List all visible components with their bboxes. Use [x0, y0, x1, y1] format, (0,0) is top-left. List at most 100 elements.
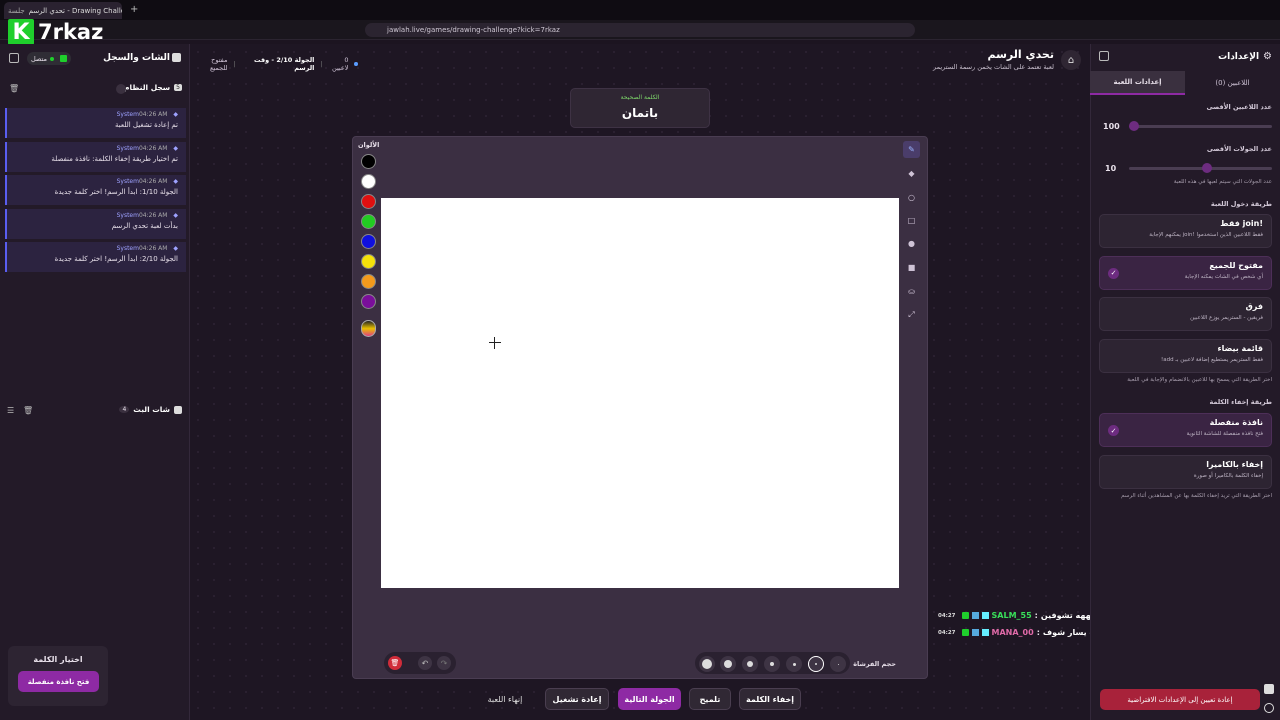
crosshair-cursor-icon [489, 337, 501, 349]
system-log-entry: ◆ System04:26 AM تم اختيار طريقة إخفاء ا… [5, 141, 186, 172]
tab-prefix: جلسة [8, 6, 25, 15]
brush-size-selected[interactable] [808, 656, 824, 672]
settings-header: ⚙ الإعدادات [1180, 51, 1272, 62]
brush-size-md[interactable] [742, 656, 758, 672]
end-game-button[interactable]: إنهاء اللعبة [480, 688, 530, 710]
entry-method-hint: اختر الطريقة التي يسمح بها للاعبين بالان… [1127, 377, 1272, 383]
logo-mark: K [8, 19, 34, 45]
max-rounds-hint: عدد الجولات التي سيتم لعبها في هذه اللعب… [1173, 179, 1272, 185]
entry-message: الجولة 1/10: ابدأ الرسم! اختر كلمة جديدة [54, 188, 178, 196]
filled-rectangle-tool-icon[interactable]: ■ [903, 259, 920, 276]
tab-players[interactable]: اللاعبين (0) [1185, 71, 1280, 95]
fill-bucket-tool-icon[interactable]: ⛀ [903, 283, 920, 300]
settings-option[interactable]: إخفاء بالكاميرا إخفاء الكلمة بالكاميرا أ… [1099, 454, 1272, 489]
brush-size-xs[interactable] [786, 656, 802, 672]
color-swatch[interactable] [361, 214, 376, 229]
max-players-label: عدد اللاعبين الأقصى [1206, 103, 1272, 111]
pencil-tool-icon[interactable]: ✎ [903, 141, 920, 158]
brush-size-xl[interactable] [699, 656, 715, 672]
new-tab-icon[interactable]: + [130, 4, 138, 15]
open-separate-window-button[interactable]: فتح نافذة منفصلة [18, 671, 99, 692]
restart-button[interactable]: إعادة تشغيل [545, 688, 609, 710]
hide-method-label: طريقة إخفاء الكلمة [1209, 398, 1272, 406]
next-round-button[interactable]: الجولة التالية [618, 688, 681, 710]
kick-icon [961, 612, 969, 619]
max-rounds-slider[interactable] [1129, 163, 1272, 173]
chat-layout-icon[interactable]: ☰ [7, 406, 14, 415]
separator: | [320, 60, 323, 68]
live-chat-count: 4 [119, 406, 130, 413]
browser-tab[interactable]: جلسة تحدي الرسم - Drawing Challenge ✕ [4, 2, 122, 19]
drawing-canvas[interactable] [381, 198, 899, 588]
slider-knob[interactable] [1129, 121, 1139, 131]
entry-time: 04:26 AM [138, 144, 168, 152]
system-log-entry: ◆ System04:26 AM تم إعادة تشغيل اللعبة [5, 108, 186, 138]
settings-option[interactable]: فرق فريقين - الستريمر يوزع اللاعبين [1099, 297, 1272, 331]
color-swatch[interactable] [361, 294, 376, 309]
tab-title: تحدي الرسم - Drawing Challenge [28, 6, 122, 15]
option-desc: إخفاء الكلمة بالكاميرا أو صورة [1193, 472, 1263, 479]
eraser-tool-icon[interactable]: ◆ [903, 165, 920, 182]
rectangle-tool-icon[interactable]: □ [903, 212, 920, 229]
color-swatch[interactable] [361, 254, 376, 269]
circle-tool-icon[interactable]: ○ [903, 189, 920, 206]
brush-size-lg[interactable] [720, 656, 736, 672]
redo-icon[interactable]: ↷ [437, 656, 451, 670]
entry-message: بدأت لعبة تحدي الرسم [111, 221, 178, 230]
max-players-value: 100 [1103, 122, 1120, 131]
overlay-time: 04:27 [938, 612, 956, 619]
custom-color-picker[interactable] [361, 320, 376, 337]
clear-canvas-icon[interactable]: 🗑 [388, 656, 402, 670]
game-subtitle: لعبة تعتمد على الشات يخمن رسمة الستريمر [933, 63, 1054, 71]
collapse-right-icon[interactable] [1099, 51, 1109, 61]
overlay-user: SALM_55 [991, 611, 1032, 620]
settings-option[interactable]: نافذة منفصلة فتح نافذة منفصلة للشاشة الث… [1099, 413, 1272, 447]
home-button[interactable]: ⌂ [1061, 50, 1081, 70]
line-tool-icon[interactable]: ⤢ [903, 306, 920, 323]
status-badge: متصل [27, 52, 71, 65]
system-shield-icon: ◆ [173, 111, 178, 118]
entry-message: تم إعادة تشغيل اللعبة [115, 121, 178, 129]
color-swatch[interactable] [361, 274, 376, 289]
mic-icon[interactable] [1264, 684, 1274, 694]
hide-method-hint: اختر الطريقة التي تريد إخفاء الكلمة بها … [1121, 493, 1272, 499]
undo-icon[interactable]: ↶ [418, 656, 432, 670]
separator: | [233, 60, 236, 68]
settings-option[interactable]: قائمة بيضاء فقط الستريمر يستطيع إضافة لا… [1099, 338, 1272, 373]
brush-size-min[interactable] [830, 656, 846, 672]
option-name: قائمة بيضاء [1217, 343, 1264, 353]
status-text: متصل [31, 54, 48, 63]
settings-title: الإعدادات [1218, 51, 1260, 62]
entry-sender: System [116, 245, 139, 252]
color-swatch[interactable] [361, 234, 376, 249]
overlay-time: 04:27 [938, 629, 956, 636]
gear-icon: ⚙ [1263, 51, 1272, 62]
max-players-slider[interactable] [1129, 121, 1272, 131]
settings-option[interactable]: !join فقط فقط اللاعبين الذين استخدموا !j… [1099, 214, 1272, 248]
system-log-toggle[interactable] [116, 84, 126, 94]
option-name: فرق [1245, 302, 1263, 311]
color-swatch[interactable] [361, 174, 376, 189]
chat-panel-icon [172, 53, 181, 62]
system-shield-icon: ◆ [173, 211, 178, 219]
entry-message: الجولة 2/10: ابدأ الرسم! اختر كلمة جديدة [54, 255, 178, 263]
hint-button[interactable]: تلميح [689, 688, 731, 710]
brush-size-sm[interactable] [764, 656, 780, 672]
settings-option[interactable]: مفتوح للجميع أي شخص في الشات يمكنه الإجا… [1099, 255, 1272, 290]
collapse-left-icon[interactable] [9, 53, 19, 63]
option-desc: أي شخص في الشات يمكنه الإجابة [1184, 273, 1263, 280]
option-name: نافذة منفصلة [1209, 418, 1263, 427]
settings-small-icon[interactable] [1264, 703, 1274, 713]
tab-game-settings[interactable]: إعدادات اللعبة [1090, 71, 1185, 95]
option-desc: فقط اللاعبين الذين استخدموا !join يمكنهم… [1149, 232, 1263, 238]
filled-circle-tool-icon[interactable]: ● [903, 235, 920, 252]
badge-icon [971, 612, 979, 619]
chat-trash-icon[interactable]: 🗑 [23, 406, 33, 415]
color-swatch[interactable] [361, 154, 376, 169]
badge-icon [971, 629, 979, 636]
reset-defaults-button[interactable]: إعادة تعيين إلى الإعدادات الافتراضية [1100, 689, 1260, 710]
color-swatch[interactable] [361, 194, 376, 209]
hide-word-button[interactable]: إخفاء الكلمة [739, 688, 801, 710]
address-bar[interactable]: jawlah.live/games/drawing-challenge?kick… [365, 23, 915, 37]
trash-icon[interactable]: 🗑 [9, 84, 19, 93]
